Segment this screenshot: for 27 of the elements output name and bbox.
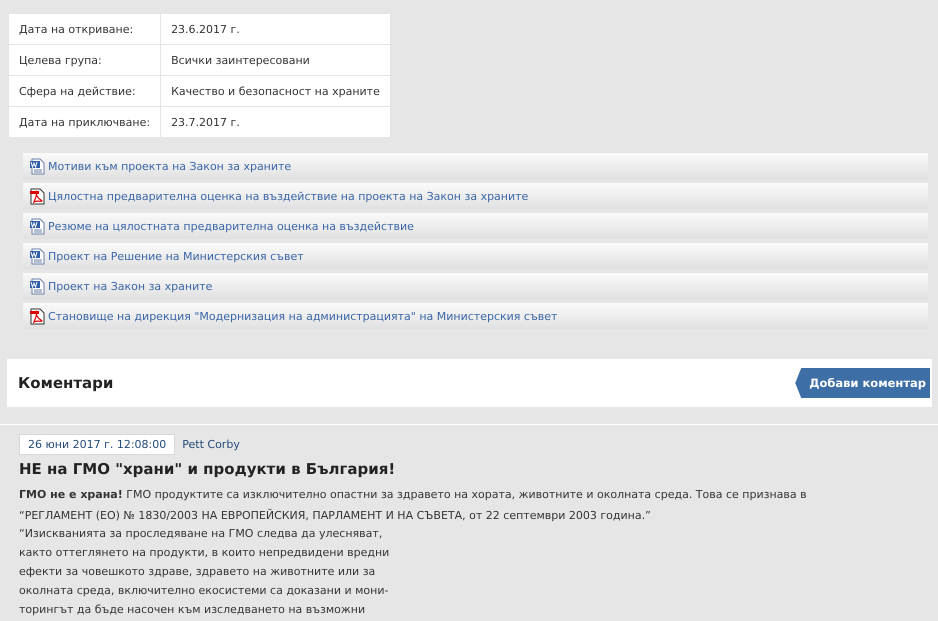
- table-cell: Дата на приключване:: [8, 106, 161, 138]
- table-cell: Сфера на действие:: [8, 76, 161, 106]
- table-cell: 23.6.2017 г.: [160, 14, 390, 44]
- word-document-icon: [29, 278, 45, 294]
- document-link[interactable]: Резюме на цялостната предварителна оценка на въздействие: [48, 220, 414, 232]
- document-link[interactable]: Проект на Решение на Министерския съвет: [48, 250, 304, 262]
- table-cell: Дата на откриване:: [8, 14, 161, 44]
- document-link[interactable]: Становище на дирекция "Модернизация на администрацията" на Министерския съвет: [48, 310, 558, 322]
- document-link[interactable]: Цялостна предварителна оценка на въздействие на проекта на Закон за храните: [48, 190, 528, 202]
- pdf-document-icon: [29, 308, 45, 324]
- add-comment-button[interactable]: Добави коментар: [795, 368, 930, 398]
- comment-title: НЕ на ГМО "храни" и продукти в България!: [19, 460, 396, 478]
- comment-paragraph: ГМО не е храна! ГМО продуктите са изключително опастни за здравето на хората, животните и околната среда. Това се признава в “РЕГЛАМЕНТ (ЕО) № 1830/2003 НА ЕВРОПЕЙСКИЯ, ПАРЛАМЕНТ И НА СЪВЕТА, от 22 септември 2003 година.”: [19, 487, 808, 524]
- table-cell: Целева група:: [8, 44, 161, 76]
- word-document-icon: [29, 248, 45, 264]
- comment-author: Pett Corby: [182, 438, 240, 451]
- section-title: Коментари: [18, 374, 114, 392]
- document-link[interactable]: Проект на Закон за храните: [48, 280, 212, 292]
- table-cell: Всички заинтересовани: [160, 44, 390, 76]
- document-link[interactable]: Мотиви към проекта на Закон за храните: [48, 160, 292, 172]
- word-document-icon: [29, 218, 45, 234]
- comment-quote: “Изискванията за проследяване на ГМО следва да улесняват, както оттеглянето на продукти, в които непредвидени вредни ефекти за човешкото здраве, здравето на животните или за околната среда, включително екосистеми са доказани и мони- торингът да бъде насочен към изследването на възможни: [19, 526, 390, 618]
- table-cell: Качество и безопасност на храните: [160, 76, 390, 106]
- comment-date: 26 юни 2017 г. 12:08:00: [19, 434, 176, 455]
- pdf-document-icon: [29, 188, 45, 204]
- table-cell: 23.7.2017 г.: [160, 106, 390, 138]
- word-document-icon: [29, 158, 45, 174]
